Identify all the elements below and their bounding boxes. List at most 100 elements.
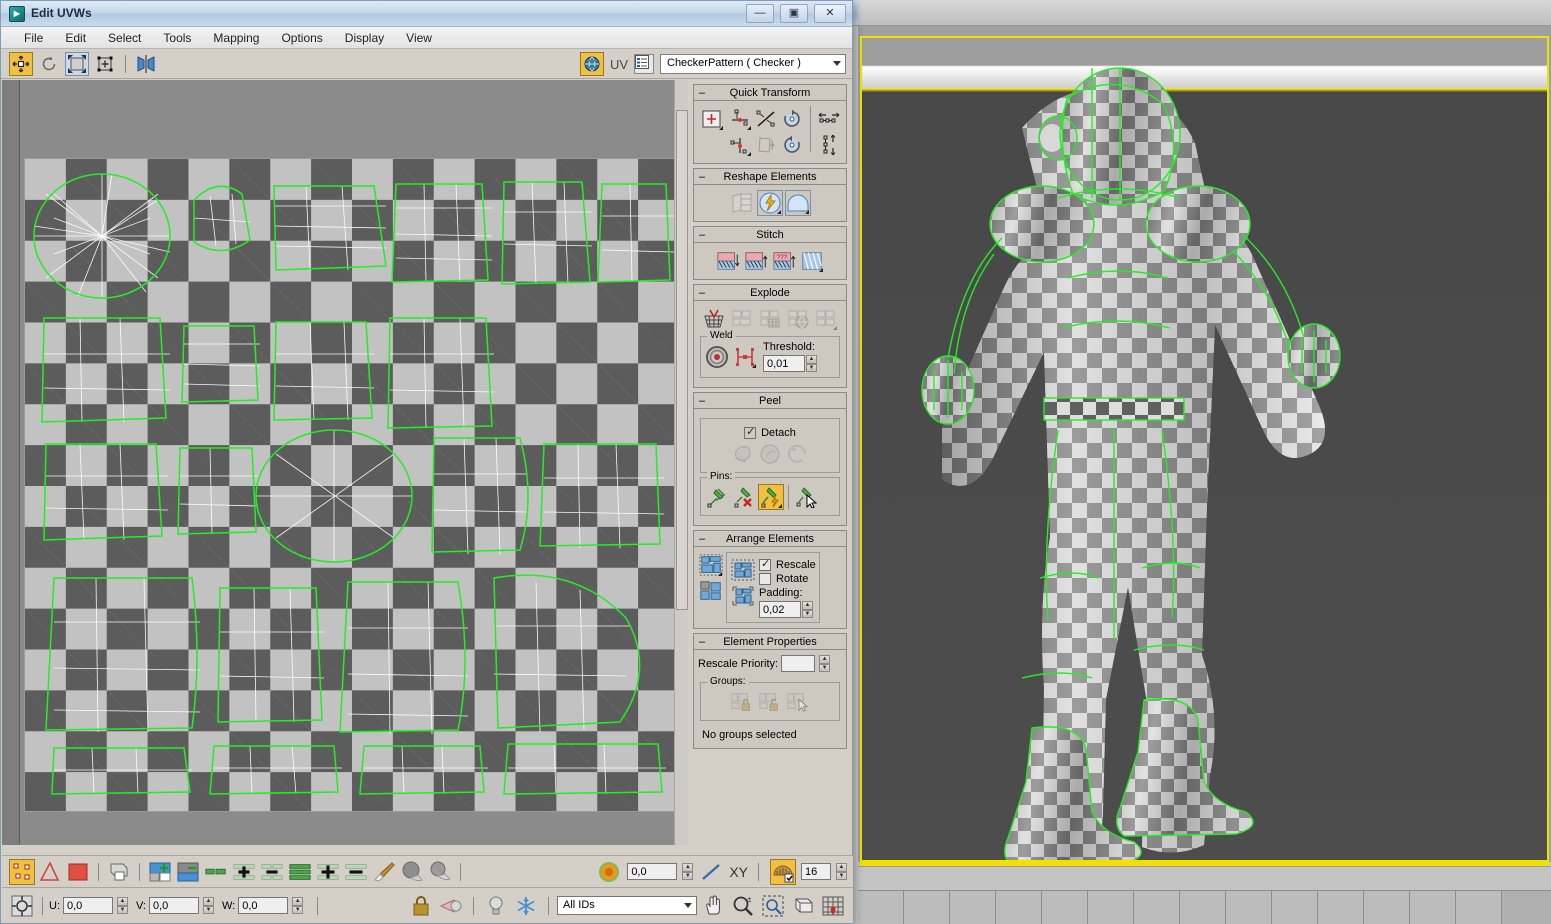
pack-uniform-icon[interactable] (730, 583, 756, 609)
peel-mode-icon[interactable] (729, 441, 755, 467)
rescale-priority-spinner[interactable]: ▲▼ (819, 655, 830, 672)
stitch-target-icon[interactable] (743, 248, 769, 274)
collapse-icon[interactable]: – (699, 171, 705, 183)
show-hidden-icon[interactable] (483, 893, 509, 919)
chevron-down-icon[interactable] (684, 903, 692, 908)
flyout-corner[interactable] (718, 572, 722, 576)
scale-tool-icon[interactable] (65, 52, 89, 76)
rescale-row[interactable]: Rescale (759, 559, 816, 571)
menu-select[interactable]: Select (97, 29, 152, 47)
show-map-globe-icon[interactable] (580, 52, 604, 76)
loop-grow-icon[interactable] (315, 859, 341, 885)
mirror-tool-icon[interactable] (134, 52, 158, 76)
map-list-icon[interactable] (634, 54, 654, 74)
u-spinner[interactable]: ▲▼ (117, 897, 128, 914)
freeze-icon[interactable] (513, 893, 539, 919)
padding-spinner[interactable]: ▲▼ (802, 601, 813, 618)
menu-bar[interactable]: File Edit Select Tools Mapping Options D… (1, 27, 852, 49)
pin-add-icon[interactable] (704, 484, 730, 510)
zoom-icon[interactable]: ± (730, 893, 756, 919)
hide-unselected-icon[interactable] (438, 893, 464, 919)
rotate-checkbox[interactable] (759, 573, 771, 585)
rotate-tool-icon[interactable] (37, 52, 61, 76)
flyout-corner[interactable] (833, 326, 837, 330)
flyout-corner[interactable] (805, 210, 809, 214)
material-ids-combo[interactable]: All IDs (557, 896, 697, 915)
flyout-corner[interactable] (777, 210, 781, 214)
flyout-corner[interactable] (747, 152, 751, 156)
menu-edit[interactable]: Edit (54, 29, 97, 47)
group-select-icon[interactable] (785, 689, 811, 715)
rotate-cw-90-icon[interactable] (779, 132, 805, 158)
flyout-corner[interactable] (719, 126, 723, 130)
zoom-region-icon[interactable] (760, 893, 786, 919)
uv-shell-wireframes[interactable] (24, 158, 678, 812)
peel-reset-icon[interactable] (785, 441, 811, 467)
menu-view[interactable]: View (395, 29, 443, 47)
stitch-custom-icon[interactable]: ??? (771, 248, 797, 274)
break-icon[interactable] (701, 306, 727, 332)
grid-size-field[interactable]: 16 (801, 863, 831, 880)
collapse-icon[interactable]: – (699, 229, 705, 241)
uvw-toolbar[interactable]: UV CheckerPattern ( Checker ) (1, 49, 852, 79)
threshold-field[interactable]: 0,01 (763, 355, 805, 372)
group-unlock-icon[interactable] (757, 689, 783, 715)
collapse-icon[interactable]: – (699, 87, 705, 99)
soft-selection-icon[interactable] (399, 859, 425, 885)
stitch-diagonal-icon[interactable] (799, 248, 825, 274)
quick-peel-icon[interactable] (757, 190, 783, 216)
freeform-mode-icon[interactable] (93, 52, 117, 76)
grid-snap-icon[interactable] (770, 859, 796, 885)
falloff-field[interactable]: 0,0 (627, 863, 677, 880)
space-vertical-icon[interactable] (816, 132, 842, 158)
edge-subobject-icon[interactable] (37, 859, 63, 885)
subobject-toolbar[interactable]: 0,0 ▲▼ XY 16 ▲▼ (2, 855, 853, 887)
rollout-header-arrange-elements[interactable]: – Arrange Elements (694, 531, 846, 547)
loop-select-icon[interactable] (287, 859, 313, 885)
u-field[interactable]: 0,0 (63, 897, 113, 914)
u-field-group[interactable]: U: 0,0 ▲▼ (49, 897, 128, 914)
pack-rescale-icon[interactable] (730, 557, 756, 583)
rotate-row[interactable]: Rotate (759, 573, 816, 585)
uv-add-icon[interactable] (231, 859, 257, 885)
viewport-canvas[interactable] (862, 38, 1547, 860)
grid-size-spinner[interactable]: ▲▼ (836, 863, 847, 880)
quick-planar-map-icon[interactable] (729, 190, 755, 216)
pin-delete-icon[interactable] (731, 484, 757, 510)
rollout-stitch[interactable]: – Stitch ??? (693, 226, 847, 280)
menu-display[interactable]: Display (334, 29, 395, 47)
pan-icon[interactable] (700, 893, 726, 919)
pack-custom-icon[interactable] (698, 578, 724, 604)
v-spinner[interactable]: ▲▼ (203, 897, 214, 914)
rollout-explode[interactable]: – Explode (693, 284, 847, 388)
filter-faces-icon[interactable] (175, 859, 201, 885)
relax-icon[interactable] (785, 190, 811, 216)
command-panel[interactable]: – Quick Transform (689, 80, 851, 845)
loop-shrink-icon[interactable] (343, 859, 369, 885)
explode-by-poly-icon[interactable] (757, 306, 783, 332)
pin-toggle-icon[interactable] (758, 484, 784, 510)
paint-select-icon[interactable] (371, 859, 397, 885)
padding-field[interactable]: 0,02 (759, 601, 801, 618)
uv-grow-icon[interactable] (203, 859, 229, 885)
uvw-status-bar[interactable]: U: 0,0 ▲▼ V: 0,0 ▲▼ W: 0,0 ▲▼ (2, 887, 853, 923)
v-field-group[interactable]: V: 0,0 ▲▼ (136, 897, 214, 914)
rollout-header-explode[interactable]: – Explode (694, 285, 846, 301)
flyout-corner[interactable] (752, 364, 756, 368)
vertex-subobject-icon[interactable] (9, 859, 35, 885)
target-weld-icon[interactable] (704, 344, 730, 370)
space-horizontal-icon[interactable] (816, 106, 842, 132)
falloff-spinner[interactable]: ▲▼ (682, 863, 693, 880)
move-tool-icon[interactable] (9, 52, 33, 76)
uv-scroll-thumb[interactable] (676, 110, 688, 610)
rescale-priority-field[interactable] (781, 655, 815, 672)
w-field[interactable]: 0,0 (238, 897, 288, 914)
zoom-extents-icon[interactable] (790, 893, 816, 919)
menu-file[interactable]: File (13, 29, 54, 47)
collapse-icon[interactable]: – (699, 636, 705, 648)
edit-uvws-titlebar[interactable]: ► Edit UVWs — ▣ ✕ (1, 1, 852, 27)
face-subobject-icon[interactable] (65, 859, 91, 885)
w-spinner[interactable]: ▲▼ (292, 897, 303, 914)
pack-normalize-icon[interactable] (698, 552, 724, 578)
weld-selected-icon[interactable] (732, 344, 758, 370)
